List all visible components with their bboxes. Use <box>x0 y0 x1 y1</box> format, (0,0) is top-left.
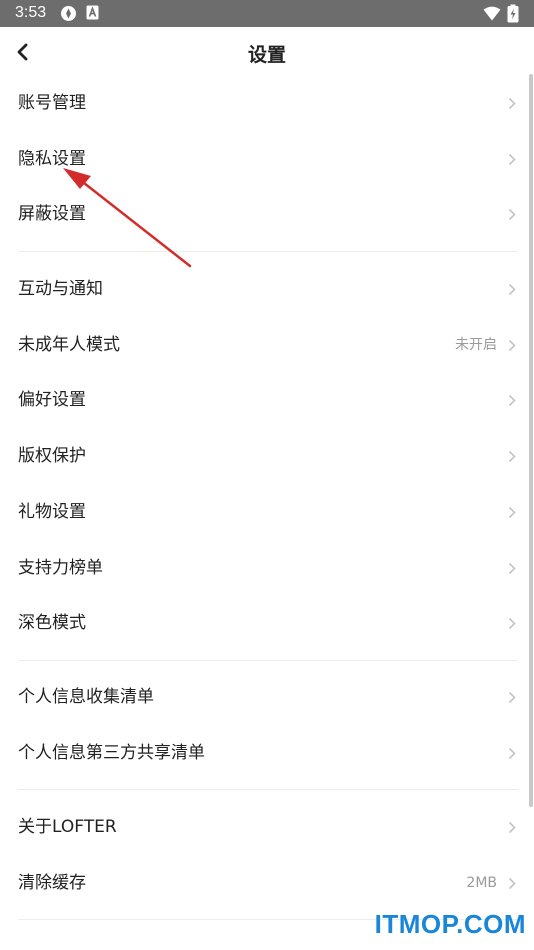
settings-row[interactable]: 账号管理 <box>0 76 534 131</box>
chevron-right-icon <box>508 283 516 296</box>
sync-status-icon <box>61 6 76 21</box>
settings-row[interactable]: 版权保护 <box>0 429 534 484</box>
settings-row[interactable]: 礼物设置 <box>0 485 534 540</box>
chevron-right-icon <box>508 506 516 519</box>
chevron-right-icon <box>508 153 516 166</box>
settings-row[interactable]: 未成年人模式 未开启 <box>0 318 534 373</box>
settings-row-label: 隐私设置 <box>18 149 86 169</box>
settings-row[interactable]: 深色模式 <box>0 596 534 651</box>
chevron-right-icon <box>508 97 516 110</box>
status-bar: 3:53 <box>0 0 534 27</box>
section-divider <box>18 251 518 252</box>
settings-row-label: 账号管理 <box>18 93 86 113</box>
settings-row-label: 未成年人模式 <box>18 335 120 355</box>
wifi-icon <box>483 6 501 21</box>
settings-row-label: 关于LOFTER <box>18 817 117 837</box>
settings-row[interactable]: 个人信息收集清单 <box>0 670 534 725</box>
section-divider <box>18 789 518 790</box>
settings-row-label: 个人信息收集清单 <box>18 687 154 707</box>
settings-row-value: 2MB <box>466 875 497 891</box>
chevron-right-icon <box>508 339 516 352</box>
watermark: ITMOP.COM <box>374 909 526 939</box>
settings-row-label: 清除缓存 <box>18 873 86 893</box>
chevron-right-icon <box>508 562 516 575</box>
settings-row[interactable]: 隐私设置 <box>0 132 534 187</box>
settings-row-value: 未开启 <box>455 337 497 353</box>
status-time: 3:53 <box>15 4 47 21</box>
settings-row-label: 互动与通知 <box>18 279 103 299</box>
battery-charging-icon <box>507 4 519 23</box>
settings-row-label: 个人信息第三方共享清单 <box>18 743 205 763</box>
notification-a-icon <box>86 5 99 20</box>
chevron-right-icon <box>508 208 516 221</box>
settings-row[interactable]: 个人信息第三方共享清单 <box>0 726 534 781</box>
settings-row-label: 屏蔽设置 <box>18 204 86 224</box>
settings-row-label: 礼物设置 <box>18 502 86 522</box>
chevron-right-icon <box>508 877 516 890</box>
chevron-right-icon <box>508 394 516 407</box>
settings-row-label: 偏好设置 <box>18 390 86 410</box>
chevron-right-icon <box>508 450 516 463</box>
scrollbar[interactable] <box>529 74 533 807</box>
chevron-right-icon <box>508 747 516 760</box>
chevron-right-icon <box>508 617 516 630</box>
section-divider <box>18 660 518 661</box>
settings-row[interactable]: 清除缓存 2MB <box>0 856 534 911</box>
page-title: 设置 <box>247 44 286 66</box>
settings-row[interactable]: 屏蔽设置 <box>0 187 534 242</box>
settings-row[interactable]: 支持力榜单 <box>0 541 534 596</box>
settings-row[interactable]: 关于LOFTER <box>0 800 534 855</box>
settings-row[interactable]: 互动与通知 <box>0 262 534 317</box>
settings-row[interactable]: 偏好设置 <box>0 373 534 428</box>
title-bar: 设置 <box>0 27 534 77</box>
chevron-right-icon <box>508 691 516 704</box>
settings-row-label: 深色模式 <box>18 613 86 633</box>
settings-row-label: 支持力榜单 <box>18 558 103 578</box>
chevron-right-icon <box>508 821 516 834</box>
settings-row-label: 版权保护 <box>18 446 86 466</box>
